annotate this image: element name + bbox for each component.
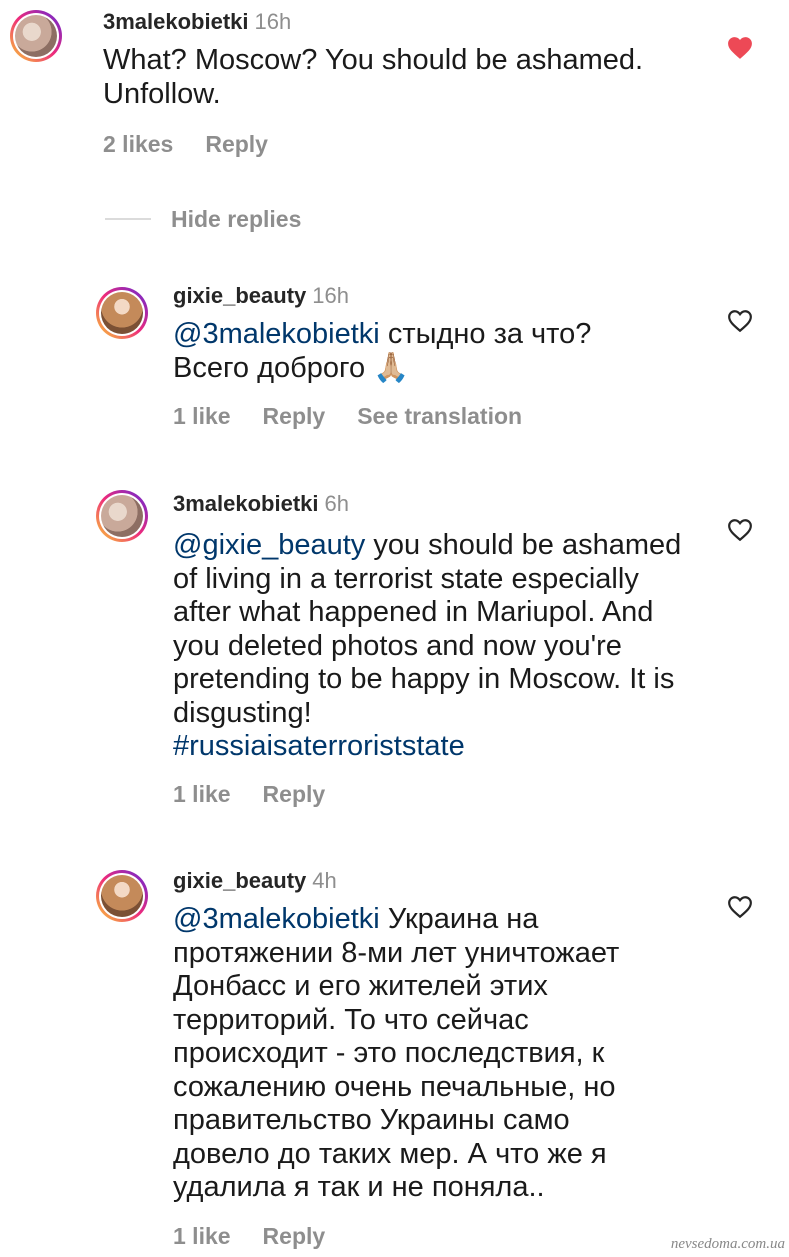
mention-link[interactable]: @3malekobietki	[173, 318, 380, 350]
see-translation-button[interactable]: See translation	[357, 403, 522, 429]
username[interactable]: gixie_beauty	[173, 868, 306, 893]
username[interactable]: gixie_beauty	[173, 283, 306, 308]
reply-button[interactable]: Reply	[263, 781, 326, 807]
username[interactable]: 3malekobietki	[173, 491, 319, 516]
comment-text: What? Moscow? You should be ashamed. Unf…	[103, 44, 644, 110]
timestamp: 16h	[254, 9, 292, 34]
watermark: nevsedoma.com.ua	[670, 1236, 785, 1252]
heart-outline-icon[interactable]	[727, 895, 753, 919]
timestamp: 16h	[312, 283, 349, 308]
comment-text: Украина на протяжении 8-ми лет уничтожае…	[173, 903, 620, 1203]
mention-link[interactable]: @3malekobietki	[173, 903, 380, 935]
reply-button[interactable]: Reply	[205, 131, 268, 157]
divider	[105, 218, 151, 220]
avatar[interactable]	[10, 10, 62, 62]
heart-filled-icon[interactable]	[727, 36, 753, 60]
hashtag-link[interactable]: #russiaisaterroriststate	[173, 730, 465, 762]
avatar[interactable]	[96, 870, 148, 922]
timestamp: 4h	[312, 868, 337, 893]
timestamp: 6h	[324, 491, 349, 516]
username[interactable]: 3malekobietki	[103, 9, 249, 34]
reply-button[interactable]: Reply	[263, 1223, 326, 1249]
likes-count[interactable]: 1 like	[173, 403, 231, 429]
heart-outline-icon[interactable]	[727, 518, 753, 542]
reply-button[interactable]: Reply	[263, 403, 326, 429]
likes-count[interactable]: 1 like	[173, 781, 231, 807]
likes-count[interactable]: 1 like	[173, 1223, 231, 1249]
mention-link[interactable]: @gixie_beauty	[173, 529, 365, 561]
likes-count[interactable]: 2 likes	[103, 131, 173, 157]
avatar[interactable]	[96, 287, 148, 339]
heart-outline-icon[interactable]	[727, 309, 753, 333]
avatar[interactable]	[96, 490, 148, 542]
hide-replies-button[interactable]: Hide replies	[105, 203, 301, 235]
hide-replies-label: Hide replies	[171, 205, 302, 232]
